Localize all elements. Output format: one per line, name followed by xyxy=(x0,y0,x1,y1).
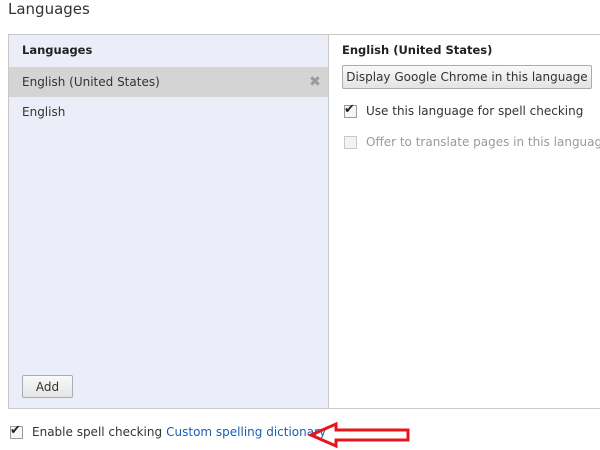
languages-list-header: Languages xyxy=(22,43,93,57)
page-title: Languages xyxy=(8,0,90,18)
language-item-english[interactable]: English xyxy=(9,97,328,127)
languages-list: Languages English (United States) ✖ Engl… xyxy=(9,35,329,408)
enable-spell-check-label: Enable spell checking xyxy=(32,425,163,439)
spell-check-language-checkbox[interactable]: ✔ xyxy=(344,101,357,118)
display-chrome-language-button[interactable]: Display Google Chrome in this language xyxy=(342,65,592,89)
language-item-label: English xyxy=(22,105,66,119)
translate-pages-checkbox xyxy=(344,135,357,149)
spell-check-language-row[interactable]: ✔ Use this language for spell checking xyxy=(344,101,584,118)
language-details-header: English (United States) xyxy=(342,43,493,57)
translate-pages-row: Offer to translate pages in this languag… xyxy=(344,135,600,149)
enable-spell-check-checkbox[interactable]: ✔ xyxy=(10,422,23,439)
checkmark-icon: ✔ xyxy=(10,422,21,438)
close-icon[interactable]: ✖ xyxy=(308,67,322,97)
translate-pages-label: Offer to translate pages in this languag… xyxy=(366,135,600,149)
spell-check-language-label: Use this language for spell checking xyxy=(366,104,584,118)
red-arrow-icon xyxy=(308,421,410,449)
custom-spelling-dictionary-link[interactable]: Custom spelling dictionary xyxy=(166,425,326,439)
languages-panel: Languages English (United States) ✖ Engl… xyxy=(8,34,600,409)
add-language-button[interactable]: Add xyxy=(22,375,73,398)
enable-spell-check-row[interactable]: ✔ Enable spell checking Custom spelling … xyxy=(10,422,326,439)
language-item-label: English (United States) xyxy=(22,75,160,89)
checkmark-icon: ✔ xyxy=(344,101,355,117)
language-item-english-us[interactable]: English (United States) ✖ xyxy=(9,67,328,97)
